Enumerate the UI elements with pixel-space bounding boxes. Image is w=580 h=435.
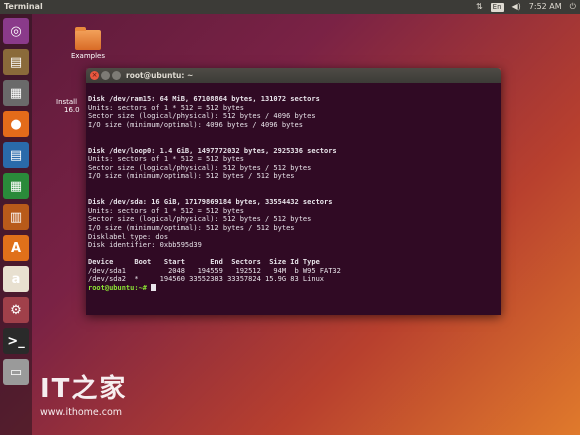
install-label: Install (56, 98, 78, 106)
power-icon[interactable]: ⏻ (570, 0, 576, 14)
launcher: ◎ ▤ ▦ ● ▤ ▦ ▥ Aa ⚙ >_ ▭ (0, 14, 32, 435)
terminal-line: Sector size (logical/physical): 512 byte… (88, 112, 316, 121)
folder-icon (75, 27, 101, 50)
examples-desktop-icon[interactable]: Examples (68, 27, 108, 60)
terminal-line: Device Boot Start End Sectors Size Id Ty… (88, 258, 320, 267)
terminal-line: I/O size (minimum/optimal): 512 bytes / … (88, 172, 295, 181)
maximize-icon[interactable] (112, 71, 121, 80)
clock[interactable]: 7:52 AM (529, 0, 562, 14)
trash-icon[interactable]: ▭ (3, 359, 29, 385)
terminal-line: Disklabel type: dos (88, 232, 169, 241)
keyboard-language-indicator[interactable]: En (490, 2, 504, 12)
impress-icon[interactable]: ▥ (3, 204, 29, 230)
terminal-titlebar[interactable]: × root@ubuntu: ~ (86, 68, 501, 83)
terminal-prompt: root@ubuntu:~# (88, 284, 148, 293)
install-sublabel: 16.0 (64, 106, 80, 114)
minimize-icon[interactable] (101, 71, 110, 80)
terminal-line: Units: sectors of 1 * 512 = 512 bytes (88, 155, 244, 164)
file-manager-icon[interactable]: ▦ (3, 80, 29, 106)
terminal-line: Disk /dev/loop0: 1.4 GiB, 1497772032 byt… (88, 146, 337, 155)
settings-icon[interactable]: ⚙ (3, 297, 29, 323)
terminal-prompt-line: root@ubuntu:~# (88, 284, 495, 293)
terminal-line: /dev/sda2 * 194560 33552383 33357824 15.… (88, 275, 325, 284)
writer-icon[interactable]: ▤ (3, 142, 29, 168)
terminal-line: Sector size (logical/physical): 512 byte… (88, 215, 312, 224)
terminal-line: Sector size (logical/physical): 512 byte… (88, 163, 312, 172)
terminal-line: I/O size (minimum/optimal): 512 bytes / … (88, 223, 295, 232)
calc-icon[interactable]: ▦ (3, 173, 29, 199)
app-title: Terminal (4, 2, 43, 11)
top-panel: Terminal ⇅ En ◀) 7:52 AM ⏻ (0, 0, 580, 14)
terminal-line: I/O size (minimum/optimal): 4096 bytes /… (88, 120, 303, 129)
terminal-line: /dev/sda1 2048 194559 192512 94M b W95 F… (88, 266, 341, 275)
amazon-icon[interactable]: a (3, 266, 29, 292)
watermark-url: www.ithome.com (40, 407, 123, 418)
network-icon[interactable]: ⇅ (476, 0, 483, 14)
terminal-line: Units: sectors of 1 * 512 = 512 bytes (88, 206, 244, 215)
software-center-icon[interactable]: A (3, 235, 29, 261)
terminal-title: root@ubuntu: ~ (126, 71, 194, 80)
terminal-line: Disk /dev/sda: 16 GiB, 17179869184 bytes… (88, 198, 333, 207)
terminal-line: Units: sectors of 1 * 512 = 512 bytes (88, 103, 244, 112)
examples-label: Examples (70, 52, 105, 60)
firefox-icon[interactable]: ● (3, 111, 29, 137)
terminal-line: Disk identifier: 0xbb595d39 (88, 241, 202, 250)
terminal-cursor (151, 284, 157, 292)
terminal-output[interactable]: Disk /dev/ram15: 64 MiB, 67108864 bytes,… (86, 83, 501, 315)
indicator-area: ⇅ En ◀) 7:52 AM ⏻ (476, 0, 576, 14)
watermark: IT之家 www.ithome.com (40, 368, 127, 418)
terminal-window[interactable]: × root@ubuntu: ~ Disk /dev/ram15: 64 MiB… (86, 68, 501, 315)
install-desktop-icon[interactable]: Install 16.0 (56, 98, 86, 114)
volume-icon[interactable]: ◀) (512, 0, 521, 14)
watermark-logo: IT之家 (40, 374, 128, 404)
dash-icon[interactable]: ◎ (3, 18, 29, 44)
terminal-icon[interactable]: >_ (3, 328, 29, 354)
files-icon[interactable]: ▤ (3, 49, 29, 75)
close-icon[interactable]: × (90, 71, 99, 80)
terminal-line: Disk /dev/ram15: 64 MiB, 67108864 bytes,… (88, 95, 320, 103)
